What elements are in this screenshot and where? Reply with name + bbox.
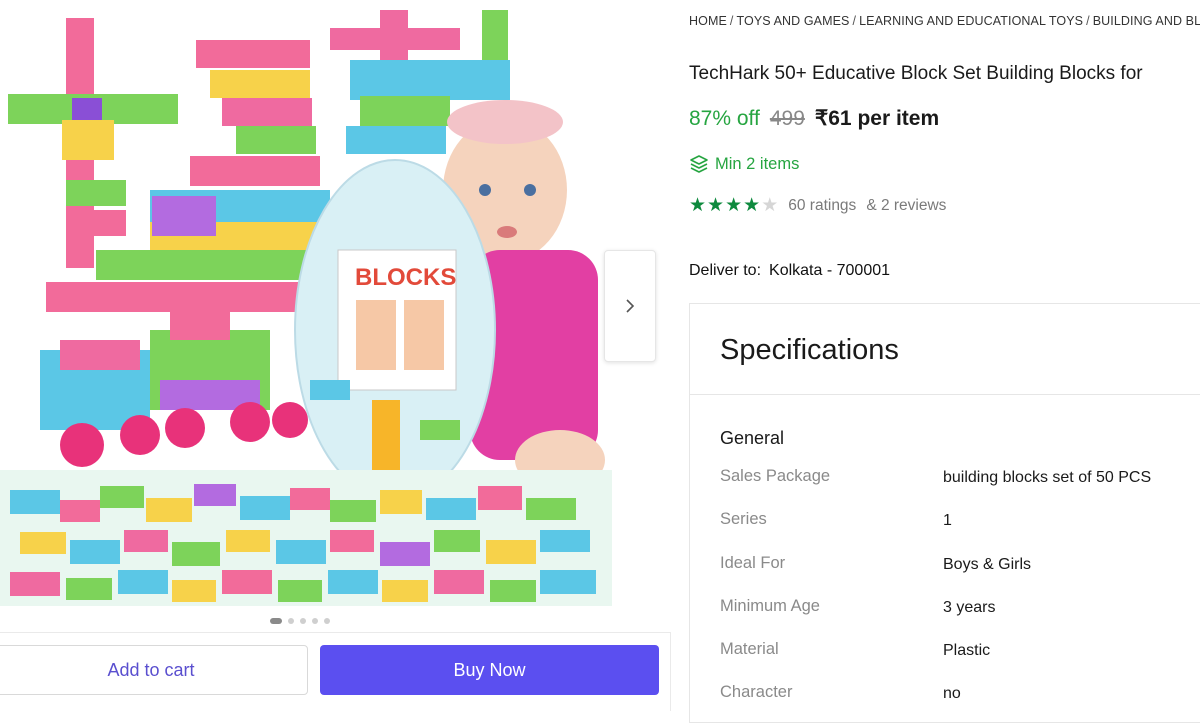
delivery-location[interactable]: Deliver to: Kolkata - 700001 (689, 262, 890, 280)
product-image[interactable]: BLOCKS (0, 0, 612, 606)
breadcrumb-learning-toys[interactable]: LEARNING AND EDUCATIONAL TOYS (859, 14, 1083, 28)
product-details: HOME / TOYS AND GAMES / LEARNING AND EDUCATI… (689, 0, 1200, 723)
discount-percent: 87% off (689, 107, 760, 130)
selling-price: ₹61 per item (814, 107, 940, 130)
spec-value: building blocks set of 50 PCS (943, 469, 1152, 486)
layers-icon (690, 155, 708, 173)
ratings-count: 60 ratings (788, 196, 857, 214)
rating-summary[interactable]: ★ ★ ★ ★ ★ 60 ratings & 2 reviews (689, 196, 946, 215)
spec-value: 1 (943, 512, 952, 530)
breadcrumb: HOME / TOYS AND GAMES / LEARNING AND EDUCATI… (689, 14, 1200, 28)
deliver-location-value: Kolkata - 700001 (769, 262, 891, 279)
star-filled-icon: ★ (725, 195, 743, 216)
spec-row: Sales Package building blocks set of 50 P… (720, 467, 1200, 510)
spec-key: Material (720, 640, 779, 659)
spec-row: Character no (720, 683, 1200, 726)
star-rating: ★ ★ ★ ★ ★ (689, 196, 778, 215)
price-row: 87% off 499 ₹61 per item (689, 106, 939, 131)
breadcrumb-separator: / (729, 14, 734, 28)
spec-group-title: General (720, 428, 785, 448)
spec-row: Ideal For Boys & Girls (720, 554, 1200, 597)
product-gallery: BLOCKS Add to cart Buy Now (0, 0, 672, 714)
min-items-label: Min 2 items (715, 154, 800, 173)
pagination-dot-active[interactable] (270, 618, 282, 624)
breadcrumb-separator: / (852, 14, 857, 28)
breadcrumb-toys-and-games[interactable]: TOYS AND GAMES (736, 14, 849, 28)
spec-key: Sales Package (720, 467, 831, 485)
specifications-heading: Specifications (720, 334, 899, 366)
pagination-dot[interactable] (324, 618, 330, 624)
star-filled-icon: ★ (707, 195, 725, 216)
spec-value: Plastic (943, 642, 991, 660)
breadcrumb-separator: / (1086, 14, 1090, 28)
add-to-cart-button[interactable]: Add to cart (0, 645, 308, 695)
original-price: 499 (769, 107, 805, 130)
pagination-dot[interactable] (312, 618, 318, 624)
specifications-header: Specifications (690, 304, 1200, 395)
purchase-actions: Add to cart Buy Now (0, 632, 671, 711)
spec-row: Material Plastic (720, 640, 1200, 683)
breadcrumb-building[interactable]: BUILDING AND BL (1093, 14, 1200, 28)
spec-value: no (943, 685, 961, 703)
star-empty-icon: ★ (761, 195, 779, 216)
star-filled-icon: ★ (689, 195, 707, 216)
pagination-dot[interactable] (300, 618, 306, 624)
spec-key: Minimum Age (720, 596, 820, 615)
spec-row: Series 1 (720, 510, 1200, 553)
reviews-count: & 2 reviews (866, 196, 947, 214)
deliver-to-label: Deliver to: (689, 262, 762, 279)
next-image-button[interactable] (604, 250, 656, 362)
spec-row: Minimum Age 3 years (720, 597, 1200, 640)
spec-key: Series (720, 510, 767, 529)
product-title: TechHark 50+ Educative Block Set Buildin… (689, 63, 1143, 84)
buy-now-button[interactable]: Buy Now (320, 645, 659, 695)
chevron-right-icon (626, 299, 635, 313)
product-image-illustration: BLOCKS (0, 10, 612, 606)
pagination-dot[interactable] (288, 618, 294, 624)
min-items-info: Min 2 items (689, 154, 799, 174)
star-filled-icon: ★ (743, 195, 761, 216)
breadcrumb-home[interactable]: HOME (689, 14, 727, 28)
specifications-panel: Specifications General Sales Package buil… (689, 303, 1200, 723)
spec-table: Sales Package building blocks set of 50 P… (720, 467, 1200, 727)
spec-key: Character (720, 683, 793, 702)
spec-key: Ideal For (720, 553, 786, 572)
spec-value: Boys & Girls (943, 555, 1032, 573)
bag-label: BLOCKS (355, 264, 456, 291)
image-pagination-dots (270, 618, 330, 624)
spec-value: 3 years (943, 598, 996, 616)
